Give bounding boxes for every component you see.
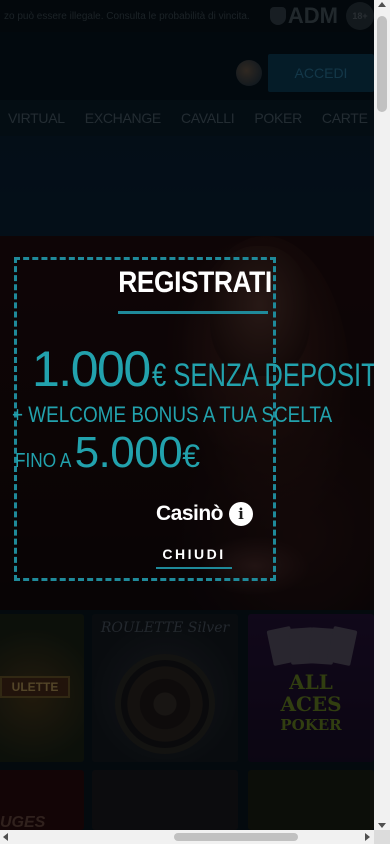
close-button[interactable]: CHIUDI [156, 546, 232, 569]
casino-category: Casinò i [156, 502, 254, 526]
upto-amount: 5.000 [74, 428, 183, 477]
scroll-down-arrow-icon[interactable] [378, 823, 386, 828]
adm-label: ADM [287, 3, 338, 28]
game-tile[interactable] [92, 770, 238, 830]
nav-item-cavalli[interactable]: CAVALLI [173, 110, 246, 126]
playing-cards-icon [266, 625, 358, 674]
vertical-scroll-thumb[interactable] [377, 16, 387, 112]
game-tile[interactable] [248, 770, 374, 830]
bonus-amount-suffix: € SENZA DEPOSITO [151, 357, 390, 393]
scroll-up-arrow-icon[interactable] [378, 2, 386, 7]
register-underline [118, 311, 268, 314]
nav-item-poker[interactable]: POKER [246, 110, 314, 126]
bonus-amount: 1.000 [32, 341, 151, 397]
scrollbar-corner [374, 830, 390, 844]
sub-banner [0, 136, 374, 236]
welcome-bonus-text: + WELCOME BONUS A TUA SCELTA [12, 402, 333, 427]
game-tile-label: UGES [0, 814, 46, 830]
game-tile-label: ROULETTE Silver [100, 620, 230, 636]
game-tile-all-aces-poker[interactable]: ALL ACES POKER [248, 614, 374, 762]
horizontal-scroll-thumb[interactable] [174, 833, 298, 841]
upto-prefix: FINO A [15, 450, 72, 472]
vertical-scrollbar[interactable] [374, 0, 390, 830]
bonus-amount-line: 1.000 € SENZA DEPOSITO [32, 340, 390, 398]
age-badge: 18+ [346, 2, 374, 30]
game-tile-label: ULETTE [0, 676, 70, 698]
scroll-left-arrow-icon[interactable] [3, 833, 8, 841]
scroll-right-arrow-icon[interactable] [365, 833, 370, 841]
main-nav: VIRTUAL EXCHANGE CAVALLI POKER CARTE [0, 100, 374, 136]
game-tile-label-line2: ACES [280, 692, 342, 716]
casino-label: Casinò [156, 502, 224, 525]
adm-logo: ADM [269, 3, 338, 29]
nav-item-virtual[interactable]: VIRTUAL [0, 110, 77, 126]
nav-item-exchange[interactable]: EXCHANGE [77, 110, 173, 126]
nav-item-carte[interactable]: CARTE [314, 110, 374, 126]
game-tile-label-line1: ALL [289, 670, 333, 694]
game-tile-roulette-silver[interactable]: ROULETTE Silver [92, 614, 238, 762]
horizontal-scrollbar[interactable] [0, 830, 390, 844]
adm-shield-icon [269, 7, 286, 25]
games-grid: ULETTE ROULETTE Silver ALL ACES POKER UG… [0, 610, 374, 830]
game-tile-deuces[interactable]: UGES [0, 770, 84, 830]
login-button[interactable]: ACCEDI [268, 54, 374, 92]
page: zo può essere illegale. Consulta le prob… [0, 0, 390, 844]
register-title[interactable]: REGISTRATI [23, 266, 366, 300]
upto-amount-line: FINO A 5.000 € [15, 428, 200, 478]
upto-currency: € [182, 438, 200, 474]
game-tile-roulette[interactable]: ULETTE [0, 614, 84, 762]
game-tile-label-line3: POKER [280, 716, 342, 734]
gambling-warning-text: zo può essere illegale. Consulta le prob… [4, 10, 250, 22]
top-warning-bar: zo può essere illegale. Consulta le prob… [0, 0, 374, 32]
info-icon[interactable]: i [229, 502, 254, 526]
roulette-wheel-icon [115, 654, 215, 754]
language-flag-icon[interactable] [236, 60, 262, 86]
